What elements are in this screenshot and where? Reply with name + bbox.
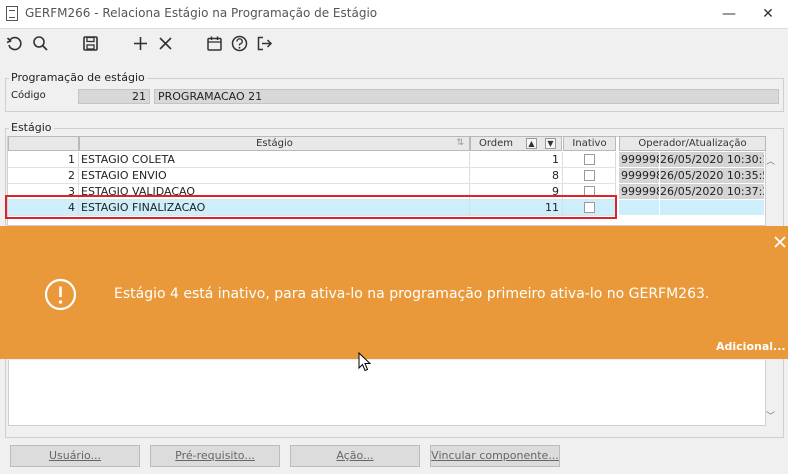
codigo-label: Código <box>11 90 46 101</box>
prerequisito-button[interactable]: Pré-requisito... <box>150 445 280 467</box>
atualizacao-value: 26/05/2020 10:37:30 <box>660 184 764 199</box>
column-header-inativo[interactable]: Inativo <box>563 136 616 151</box>
row-number: 1 <box>8 152 79 168</box>
scroll-up-icon[interactable]: ︿ <box>766 154 775 167</box>
inativo-checkbox[interactable] <box>584 154 595 165</box>
exit-icon[interactable] <box>253 32 275 54</box>
column-header-estagio-label: Estágio <box>256 138 293 149</box>
atualizacao-value <box>660 200 764 215</box>
title-bar: GERFM266 - Relaciona Estágio na Programa… <box>0 0 788 29</box>
row-highlight-box <box>5 195 617 219</box>
plus-icon[interactable] <box>129 32 151 54</box>
atualizacao-value: 26/05/2020 10:30:16 <box>660 152 764 167</box>
inativo-checkbox[interactable] <box>584 170 595 181</box>
calendar-icon[interactable] <box>203 32 225 54</box>
ordem-value: 8 <box>470 168 563 184</box>
estagio-legend: Estágio <box>9 121 54 134</box>
table-row[interactable]: 2 ESTAGIO ENVIO 8 <box>8 168 616 184</box>
save-icon[interactable] <box>79 32 101 54</box>
toolbar <box>0 29 788 57</box>
atualizacao-value: 26/05/2020 10:35:54 <box>660 168 764 183</box>
column-header-estagio[interactable]: Estágio ⇅ <box>79 136 470 151</box>
sort-icon: ⇅ <box>456 138 464 148</box>
inativo-cell <box>563 168 616 184</box>
operador-value: 999998 <box>619 168 659 183</box>
minimize-button[interactable]: — <box>714 3 744 25</box>
estagio-name: ESTAGIO COLETA <box>79 152 470 168</box>
column-header-operador[interactable]: Operador/Atualização <box>619 136 766 151</box>
inativo-cell <box>563 152 616 168</box>
codigo-field[interactable]: 21 <box>78 89 150 104</box>
estagio-name: ESTAGIO ENVIO <box>79 168 470 184</box>
table-row[interactable]: 1 ESTAGIO COLETA 1 <box>8 152 616 168</box>
toast-close-icon[interactable] <box>774 236 786 248</box>
warning-toast: Estágio 4 está inativo, para ativa-lo na… <box>0 226 788 359</box>
operador-value: 999998 <box>619 184 659 199</box>
close-icon[interactable] <box>154 32 176 54</box>
acao-button[interactable]: Ação... <box>290 445 420 467</box>
usuario-button[interactable]: Usuário... <box>10 445 140 467</box>
arrow-up-icon[interactable]: ▲ <box>526 138 537 149</box>
column-header-ordem-label: Ordem <box>479 138 514 149</box>
programacao-descricao-field[interactable]: PROGRAMACAO 21 <box>154 89 779 104</box>
operador-value: 999998 <box>619 152 659 167</box>
toast-more-link[interactable]: Adicional... <box>716 340 786 353</box>
ordem-value: 1 <box>470 152 563 168</box>
window-title: GERFM266 - Relaciona Estágio na Programa… <box>25 6 378 20</box>
alert-icon <box>44 278 77 311</box>
column-header-numero <box>8 136 79 151</box>
column-header-ordem[interactable]: Ordem ▲ ▼ <box>470 136 562 151</box>
document-icon <box>6 6 18 21</box>
mouse-cursor-icon <box>358 352 371 372</box>
operador-value <box>619 200 659 215</box>
programacao-legend: Programação de estágio <box>9 71 147 84</box>
undo-icon[interactable] <box>3 32 25 54</box>
scroll-down-icon[interactable]: ﹀ <box>766 409 775 422</box>
toast-message: Estágio 4 está inativo, para ativa-lo na… <box>114 286 710 302</box>
help-icon[interactable] <box>228 32 250 54</box>
vincular-componente-button[interactable]: Vincular componente... <box>430 445 560 467</box>
search-icon[interactable] <box>29 32 51 54</box>
row-number: 2 <box>8 168 79 184</box>
componentes-panel <box>8 360 766 426</box>
window-close-button[interactable]: ✕ <box>752 3 784 25</box>
arrow-down-icon[interactable]: ▼ <box>545 138 556 149</box>
